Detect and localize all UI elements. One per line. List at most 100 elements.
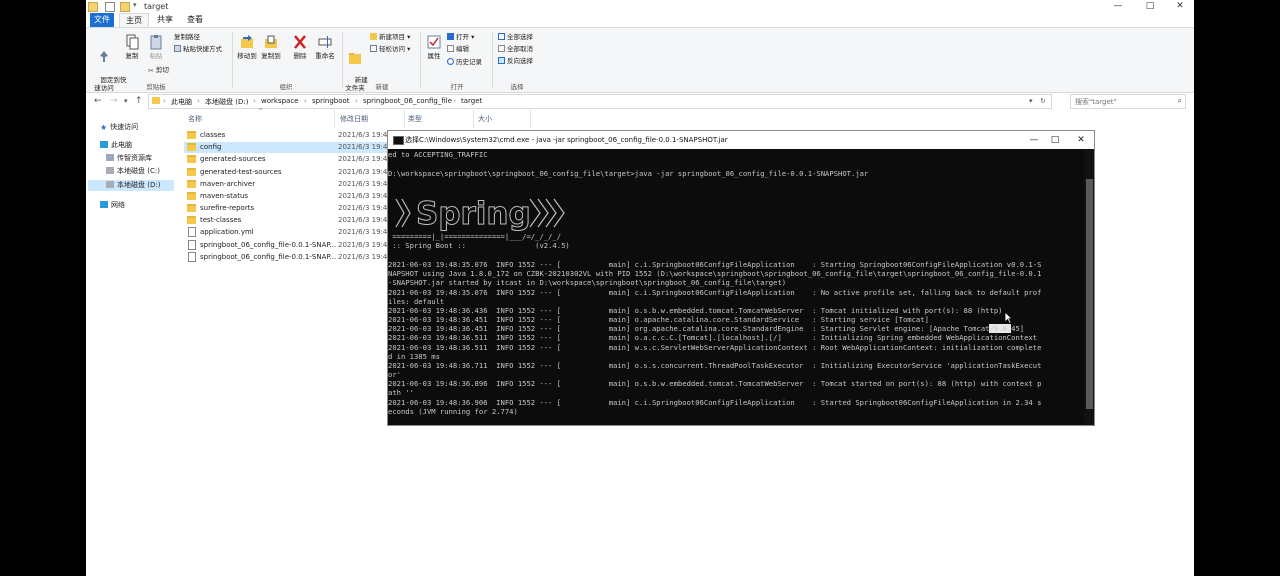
column-divider[interactable] xyxy=(334,110,335,128)
breadcrumb-drive-d[interactable]: 本地磁盘 (D:) xyxy=(205,97,248,107)
edit-button[interactable]: 编辑 xyxy=(447,45,469,54)
nav-this-pc[interactable]: 此电脑 xyxy=(100,140,132,151)
new-folder-icon[interactable] xyxy=(120,2,130,12)
search-placeholder: 搜索"target" xyxy=(1075,98,1117,106)
rename-button[interactable]: 重命名 xyxy=(312,34,338,60)
column-divider[interactable] xyxy=(404,110,405,128)
column-divider[interactable] xyxy=(530,110,531,128)
close-button[interactable]: ✕ xyxy=(1166,1,1194,12)
column-header-name[interactable]: 名称 xyxy=(188,114,202,124)
open-button[interactable]: 打开 ▾ xyxy=(447,33,474,42)
file-row[interactable]: generated-sources 2021/6/3 19:4 xyxy=(184,154,387,165)
history-button[interactable]: 历史记录 xyxy=(447,58,482,67)
tab-file[interactable]: 文件 xyxy=(90,13,114,27)
move-to-button[interactable]: 移动到 xyxy=(236,34,258,60)
maximize-button[interactable]: □ xyxy=(1045,134,1065,146)
properties-button[interactable]: 属性 xyxy=(424,34,444,60)
file-date: 2021/6/3 19:4 xyxy=(338,192,388,200)
console-line: ath '' xyxy=(388,388,414,397)
minimize-button[interactable]: — xyxy=(1024,134,1044,146)
network-drive-icon xyxy=(106,154,114,161)
breadcrumb-this-pc[interactable]: 此电脑 xyxy=(171,97,192,107)
file-date: 2021/6/3 19:4 xyxy=(338,241,388,249)
spring-ascii-banner: Spring xyxy=(395,196,565,233)
column-header-size[interactable]: 大小 xyxy=(478,114,492,124)
file-row[interactable]: springboot_06_config_file-0.0.1-SNAP... … xyxy=(184,240,387,251)
folder-icon xyxy=(187,168,196,176)
nav-drive-d[interactable]: 本地磁盘 (D:) xyxy=(88,180,174,191)
column-header-date[interactable]: 修改日期 xyxy=(340,114,368,124)
file-row[interactable]: test-classes 2021/6/3 19:4 xyxy=(184,215,387,226)
cut-button[interactable]: ✂ 剪切 xyxy=(148,66,169,76)
breadcrumb-separator: › xyxy=(453,97,456,105)
console-line: or' xyxy=(388,370,401,379)
search-icon: ⌕ xyxy=(1177,96,1182,105)
pin-quick-access-button[interactable]: 固定到快 速访问 xyxy=(88,34,126,100)
select-none-button[interactable]: 全部取消 xyxy=(498,45,533,54)
folder-icon xyxy=(187,143,196,151)
address-bar[interactable]: › 此电脑 › 本地磁盘 (D:) › workspace › springbo… xyxy=(148,94,1052,109)
breadcrumb-project[interactable]: springboot_06_config_file xyxy=(363,97,452,105)
scrollbar-thumb[interactable] xyxy=(1086,179,1093,409)
select-all-button[interactable]: 全部选择 xyxy=(498,33,533,42)
copy-to-button[interactable]: 复制到 xyxy=(260,34,282,60)
copy-button[interactable]: 复制 xyxy=(122,34,142,60)
column-header-type[interactable]: 类型 xyxy=(408,114,422,124)
folder-icon xyxy=(88,2,98,12)
group-divider xyxy=(492,32,493,88)
nav-drive-c[interactable]: 本地磁盘 (C:) xyxy=(106,166,160,177)
file-row[interactable]: maven-archiver 2021/6/3 19:4 xyxy=(184,179,387,190)
copy-path-label: 复制路径 xyxy=(174,33,200,41)
maximize-button[interactable]: □ xyxy=(1136,1,1164,12)
paste-button[interactable]: 粘贴 xyxy=(146,34,166,60)
file-row[interactable]: classes 2021/6/3 19:4 xyxy=(184,130,387,141)
back-arrow-icon[interactable]: ← xyxy=(94,96,102,106)
nav-quick-access[interactable]: ★ 快速访问 xyxy=(100,122,138,133)
console-line: 2021-06-03 19:48:35.076 INFO 1552 --- [ … xyxy=(388,260,1042,269)
refresh-icon[interactable]: ↻ xyxy=(1040,97,1046,105)
address-dropdown-icon[interactable]: ▾ xyxy=(1029,97,1033,105)
nav-drive-c-label: 本地磁盘 (C:) xyxy=(117,167,160,175)
computer-icon xyxy=(100,141,108,148)
properties-icon[interactable] xyxy=(105,2,115,12)
file-row[interactable]: generated-test-sources 2021/6/3 19:4 xyxy=(184,167,387,178)
recent-dropdown-icon[interactable]: ▾ xyxy=(124,97,128,105)
console-line: D:\workspace\springboot\springboot_06_co… xyxy=(388,169,869,178)
file-row[interactable]: surefire-reports 2021/6/3 19:4 xyxy=(184,203,387,214)
copy-path-button[interactable]: 复制路径 xyxy=(174,33,200,42)
delete-button[interactable]: 删除 xyxy=(290,34,310,60)
close-button[interactable]: ✕ xyxy=(1071,134,1091,146)
nav-library[interactable]: 传智资源库 xyxy=(106,153,152,164)
console-output[interactable]: ed to ACCEPTING_TRAFFIC D:\workspace\spr… xyxy=(388,149,1084,425)
select-all-icon xyxy=(498,33,505,40)
breadcrumb-springboot[interactable]: springboot xyxy=(312,97,350,105)
easy-access-icon xyxy=(370,45,377,52)
properties-label: 属性 xyxy=(427,52,441,60)
up-arrow-icon[interactable]: ↑ xyxy=(135,96,143,106)
quick-access-dropdown-icon[interactable]: ▾ xyxy=(133,1,137,9)
file-row[interactable]: springboot_06_config_file-0.0.1-SNAP... … xyxy=(184,252,387,263)
open-icon xyxy=(447,33,454,40)
file-date: 2021/6/3 19:4 xyxy=(338,228,388,236)
nav-network[interactable]: 网络 xyxy=(100,200,125,211)
new-item-button[interactable]: 新建项目 ▾ xyxy=(370,33,410,42)
minimize-button[interactable]: — xyxy=(1104,1,1132,12)
search-box[interactable]: 搜索"target" ⌕ xyxy=(1070,94,1186,109)
file-row[interactable]: application.yml 2021/6/3 19:4 xyxy=(184,227,387,238)
forward-arrow-icon[interactable]: → xyxy=(110,96,118,106)
new-item-icon xyxy=(370,33,377,40)
cmd-title-bar[interactable]: 选择C:\Windows\System32\cmd.exe - java -ja… xyxy=(388,131,1094,149)
tab-home[interactable]: 主页 xyxy=(119,13,149,28)
file-row[interactable]: maven-status 2021/6/3 19:4 xyxy=(184,191,387,202)
breadcrumb-workspace[interactable]: workspace xyxy=(261,97,298,105)
tab-share[interactable]: 共享 xyxy=(152,13,178,27)
easy-access-button[interactable]: 轻松访问 ▾ xyxy=(370,45,410,54)
tab-view[interactable]: 查看 xyxy=(182,13,208,27)
invert-selection-label: 反向选择 xyxy=(507,57,533,65)
invert-selection-button[interactable]: 反向选择 xyxy=(498,57,533,66)
console-scrollbar[interactable] xyxy=(1084,149,1094,425)
column-divider[interactable] xyxy=(473,110,474,128)
nav-quick-access-label: 快速访问 xyxy=(110,123,139,131)
paste-shortcut-button[interactable]: 粘贴快捷方式 xyxy=(174,45,222,54)
breadcrumb-target[interactable]: target xyxy=(461,97,482,105)
